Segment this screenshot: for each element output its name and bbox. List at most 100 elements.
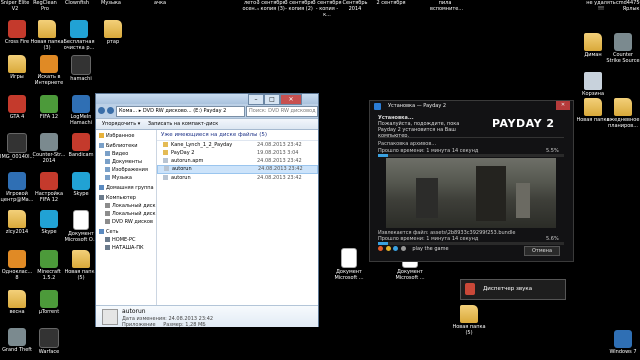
- desktop-icon[interactable]: Bandicam: [64, 133, 98, 158]
- explorer-titlebar[interactable]: – □ ✕: [96, 94, 318, 105]
- maximize-button[interactable]: □: [264, 94, 280, 105]
- nav-item[interactable]: Локальный диск: [96, 202, 156, 210]
- nav-item[interactable]: Домашняя группа: [96, 184, 156, 192]
- desktop-icon[interactable]: Одноклас... 8: [0, 250, 34, 281]
- desktop-icon[interactable]: Counter Strike Source: [606, 33, 640, 64]
- address-bar[interactable]: Кома... ▸ DVD RW дисково... (E:) Payday …: [116, 106, 245, 117]
- file-name: autorun.apm: [171, 158, 204, 164]
- desktop-icon[interactable]: Minecraft 1.5.2: [32, 250, 66, 281]
- explorer-toolbar: Упорядочить ▾ Записать на компакт-диск: [96, 118, 318, 130]
- desktop-icon[interactable]: Документ Microsoft O...: [64, 210, 98, 243]
- nav-item[interactable]: НАТАША-ПК: [96, 244, 156, 252]
- desktop-icon[interactable]: Cross Fire: [0, 20, 34, 45]
- nav-item[interactable]: Документы: [96, 158, 156, 166]
- desktop-icon[interactable]: IMG_00140l...: [0, 133, 34, 160]
- details-type: Приложение: [122, 322, 156, 328]
- nav-item[interactable]: Компьютер: [96, 194, 156, 202]
- warface-icon: [39, 328, 59, 348]
- desktop-icon[interactable]: Корзина: [576, 72, 610, 97]
- desktop-icon[interactable]: Искать в Интернете: [32, 55, 66, 86]
- installer-titlebar[interactable]: Установка — Payday 2 ✕: [370, 101, 573, 111]
- nav-item-label: Сеть: [106, 229, 119, 235]
- burn-disc-button[interactable]: Записать на компакт-диск: [148, 121, 218, 127]
- desktop-icon[interactable]: GTA 4: [0, 95, 34, 120]
- desktop-icon-label: Bandicam: [68, 152, 94, 158]
- nav-item[interactable]: Локальный диск: [96, 210, 156, 218]
- desktop-icon[interactable]: Skype: [32, 210, 66, 235]
- desktop-icon[interactable]: Новая папка (5): [452, 305, 486, 336]
- desktop-icon-label[interactable]: ачка: [145, 0, 175, 6]
- nav-item[interactable]: Видео: [96, 150, 156, 158]
- desktop-icon-label[interactable]: Clownfish: [62, 0, 92, 6]
- desktop-icon[interactable]: µTorrent: [32, 290, 66, 315]
- nav-item[interactable]: Избранное: [96, 132, 156, 140]
- desktop-icon-label: zlcy2014: [5, 229, 29, 235]
- desktop-icon-label[interactable]: не удалять !!!: [586, 0, 616, 12]
- desktop-icon[interactable]: Новая папка (3): [30, 20, 64, 51]
- desktop-icon[interactable]: FIFA 12: [32, 95, 66, 120]
- desktop-icon-label[interactable]: Музыка: [96, 0, 126, 6]
- cancel-button[interactable]: Отмена: [524, 246, 560, 256]
- file-row[interactable]: autorun.apm 24.08.2013 23:42: [157, 157, 318, 165]
- desktop-icon[interactable]: Бесплатная очистка р...: [62, 20, 96, 51]
- desktop-icon[interactable]: zlcy2014: [0, 210, 34, 235]
- desktop-icon-label[interactable]: 3 сентября - копия - к...: [312, 0, 342, 18]
- installer-window[interactable]: Установка — Payday 2 ✕ Установка... Пожа…: [369, 100, 574, 262]
- file-row[interactable]: autorun 24.08.2013 23:42: [157, 174, 318, 182]
- desktop-icon[interactable]: Counter-Str... 2014: [32, 133, 66, 164]
- desktop-icon-label[interactable]: cmd4475621 Ярлык: [616, 0, 640, 12]
- pc-icon: [105, 237, 110, 242]
- desktop-icon[interactable]: Skype: [64, 172, 98, 197]
- desktop-icon-label[interactable]: 2 сентября: [376, 0, 406, 6]
- desktop-icon[interactable]: Windows 7: [606, 330, 640, 355]
- installer-close-button[interactable]: ✕: [556, 101, 570, 110]
- nav-item-label: Изображения: [112, 167, 148, 173]
- file-row[interactable]: Kane_Lynch_1_2_Payday 24.08.2013 23:42: [157, 141, 318, 149]
- desktop-icon[interactable]: Игровой центр@Ма...: [0, 172, 34, 203]
- desktop-icon[interactable]: весна: [0, 290, 34, 315]
- minimize-button[interactable]: –: [248, 94, 264, 105]
- file-row[interactable]: PayDay 2 19.08.2013 3:04: [157, 149, 318, 157]
- folder-icon: [460, 305, 478, 323]
- file-group-header[interactable]: Уже имеющиеся на диске файлы (5): [157, 130, 318, 141]
- desktop-icon-label: IMG_00140l...: [0, 154, 35, 160]
- desktop-icon[interactable]: pтар: [96, 20, 130, 45]
- close-button[interactable]: ✕: [280, 94, 302, 105]
- desktop-icon[interactable]: ежедневное планиров...: [606, 98, 640, 129]
- desktop-icon[interactable]: LogMeIn Hamachi: [64, 95, 98, 126]
- desktop-icon[interactable]: Настройка FIFA 12: [32, 172, 66, 203]
- search-input[interactable]: Поиск: DVD RW дисковод (E:) Pa...: [246, 106, 318, 117]
- nav-item[interactable]: DVD RW дисков: [96, 218, 156, 226]
- desktop-icon-label: hamachi: [70, 76, 92, 82]
- document-icon: [341, 248, 357, 268]
- desktop-icon-label[interactable]: пила вспомните...: [430, 0, 463, 12]
- sound-manager-popup[interactable]: Диспетчер звука: [460, 279, 566, 300]
- organize-button[interactable]: Упорядочить ▾: [102, 121, 140, 127]
- desktop-icon[interactable]: Новая папка (5): [64, 250, 98, 281]
- nav-item[interactable]: Музыка: [96, 174, 156, 182]
- nav-item[interactable]: Сеть: [96, 228, 156, 236]
- desktop-icon-label[interactable]: Сентябрь 2014: [340, 0, 370, 12]
- nav-item[interactable]: Библиотеки: [96, 142, 156, 150]
- explorer-window[interactable]: – □ ✕ Кома... ▸ DVD RW дисково... (E:) P…: [95, 93, 319, 328]
- desktop-icon[interactable]: Новая папка: [576, 98, 610, 123]
- forward-arrow-icon[interactable]: [106, 107, 114, 114]
- desktop-icon-label[interactable]: 3 сентября - копия (2): [284, 0, 314, 12]
- desktop-icon-label[interactable]: RegClean Pro: [30, 0, 60, 12]
- desktop-icon-label[interactable]: Sniper Elite V2: [0, 0, 30, 12]
- desktop-icon[interactable]: Диман: [576, 33, 610, 58]
- nav-item-label: Библиотеки: [106, 143, 138, 149]
- nav-item[interactable]: Изображения: [96, 166, 156, 174]
- desktop-icon-label[interactable]: 3 сентября - копия (3): [256, 0, 286, 12]
- desktop-icon[interactable]: Игры: [0, 55, 34, 80]
- desktop-icon[interactable]: Grand Theft: [0, 328, 34, 353]
- file-row[interactable]: autorun 24.08.2013 23:42: [157, 165, 318, 174]
- desktop-icon[interactable]: Документ Microsoft ...: [332, 248, 366, 281]
- desktop-icon-label: Игровой центр@Ма...: [0, 191, 34, 203]
- desktop-icon[interactable]: hamachi: [64, 55, 98, 82]
- file-name: autorun: [172, 166, 192, 172]
- desktop-icon-label: Игры: [10, 74, 24, 80]
- desktop-icon[interactable]: Warface: [32, 328, 66, 355]
- back-arrow-icon[interactable]: [98, 107, 105, 114]
- nav-item[interactable]: HOME-PC: [96, 236, 156, 244]
